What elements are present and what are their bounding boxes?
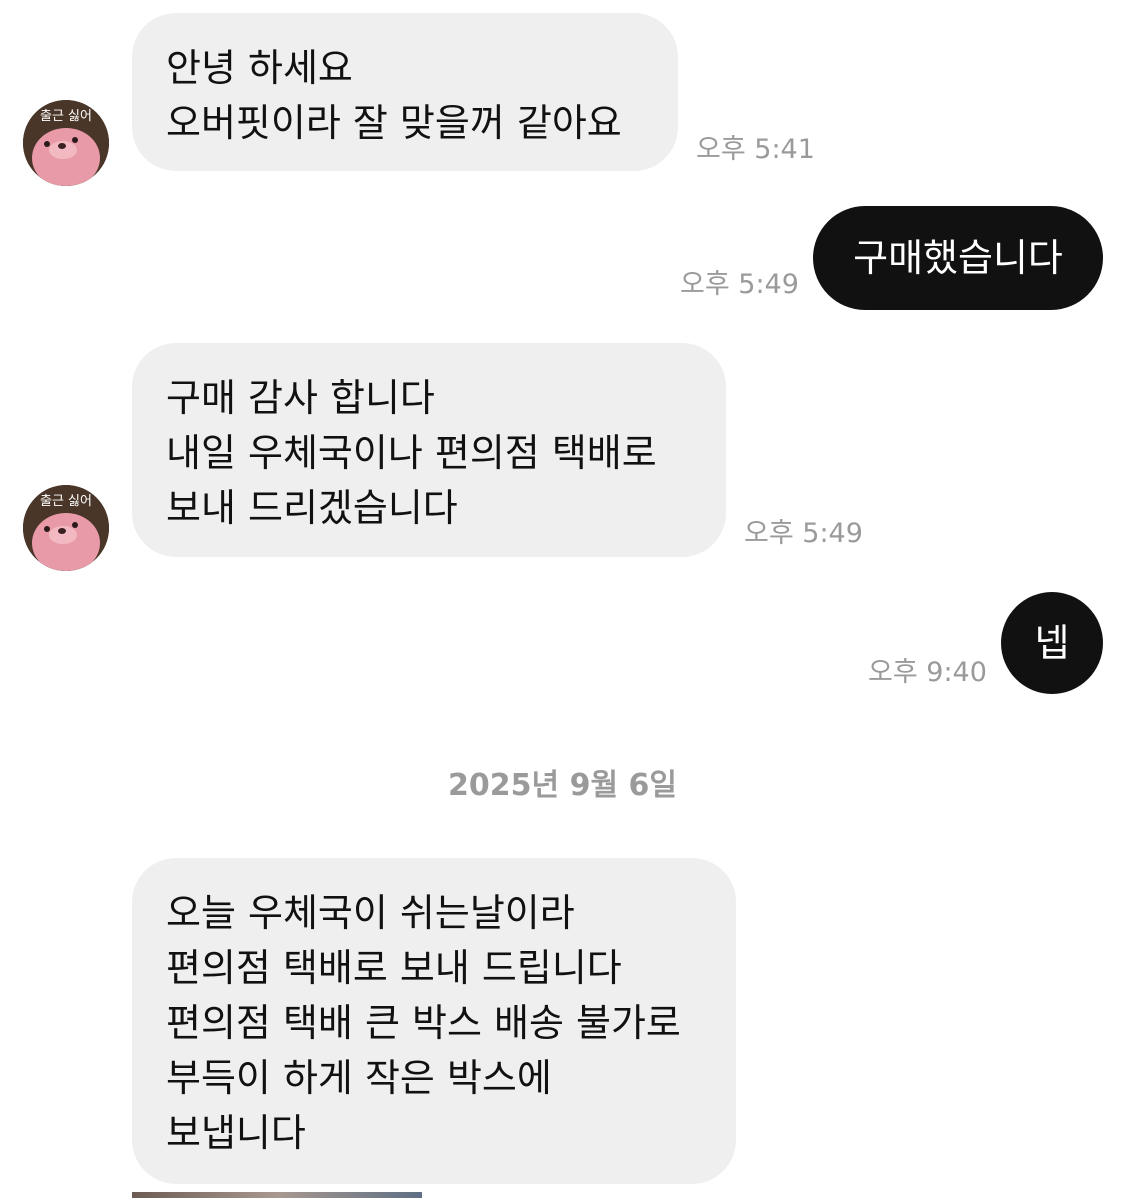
- incoming-message-bubble[interactable]: 구매 감사 합니다 내일 우체국이나 편의점 택배로 보내 드리겠습니다: [132, 343, 726, 557]
- image-attachment-preview[interactable]: [132, 1192, 422, 1198]
- svg-text:출근 싫어: 출근 싫어: [40, 494, 92, 509]
- incoming-message-bubble[interactable]: 오늘 우체국이 쉬는날이라 편의점 택배로 보내 드립니다 편의점 택배 큰 박…: [132, 858, 736, 1184]
- bear-avatar-icon: 출근 싫어: [23, 100, 109, 186]
- svg-text:출근 싫어: 출근 싫어: [40, 109, 92, 124]
- message-timestamp: 오후 9:40: [868, 657, 987, 688]
- sender-avatar[interactable]: 출근 싫어: [23, 485, 109, 571]
- message-timestamp: 오후 5:49: [744, 518, 863, 549]
- sender-avatar[interactable]: 출근 싫어: [23, 100, 109, 186]
- message-timestamp: 오후 5:41: [696, 134, 815, 165]
- message-timestamp: 오후 5:49: [680, 269, 799, 300]
- bear-avatar-icon: 출근 싫어: [23, 485, 109, 571]
- outgoing-message-bubble[interactable]: 넵: [1001, 592, 1103, 694]
- date-separator: 2025년 9월 6일: [448, 768, 677, 803]
- incoming-message-bubble[interactable]: 안녕 하세요 오버핏이라 잘 맞을꺼 같아요: [132, 13, 678, 171]
- outgoing-message-bubble[interactable]: 구매했습니다: [813, 206, 1103, 310]
